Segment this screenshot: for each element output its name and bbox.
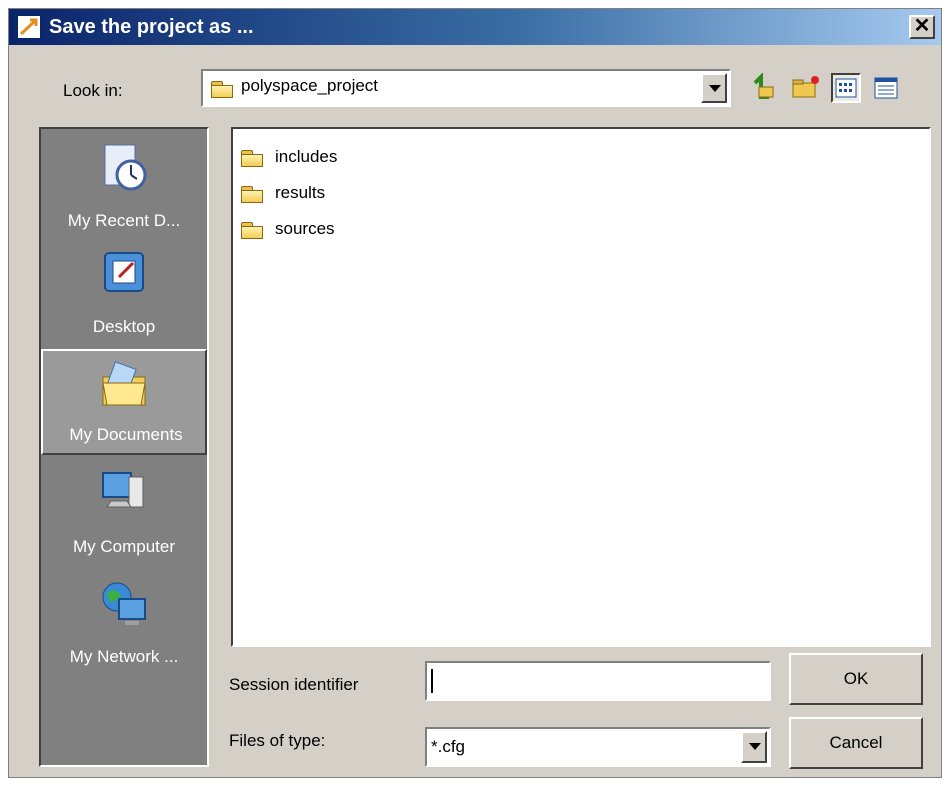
new-folder-button[interactable] [791,73,821,103]
look-in-label: Look in: [63,81,123,100]
place-label: My Documents [69,425,183,444]
look-in-combo[interactable]: polyspace_project [201,69,731,107]
place-label: My Network ... [69,647,179,666]
window-title: Save the project as ... [49,16,254,38]
up-one-level-icon [753,72,774,99]
up-one-level-button[interactable] [749,72,779,103]
close-icon: ✕ [913,15,931,37]
network-icon [102,582,146,625]
place-label: Desktop [92,317,156,336]
cancel-button[interactable]: Cancel [789,717,923,769]
list-view-icon [835,78,857,98]
place-recent-documents[interactable]: My Recent D... [41,133,207,239]
chevron-down-icon[interactable] [741,731,767,763]
file-name: includes [275,147,338,166]
title-bar: Save the project as ... ✕ [9,9,941,45]
my-documents-icon [102,361,146,406]
folder-icon [241,222,263,239]
recent-documents-icon [104,144,147,191]
file-name: results [275,183,326,202]
files-of-type-value: *.cfg [431,737,466,756]
folder-icon [241,150,263,167]
file-list[interactable]: includes results sources [231,127,931,647]
place-my-computer[interactable]: My Computer [41,459,207,565]
my-computer-icon [102,472,144,508]
session-identifier-label: Session identifier [229,675,359,694]
desktop-icon [104,252,144,292]
place-label: My Recent D... [67,211,181,230]
file-name: sources [275,219,335,238]
details-view-icon [874,77,898,99]
new-folder-icon [792,76,819,98]
chevron-down-icon[interactable] [701,73,727,103]
app-icon [17,15,41,39]
folder-icon [211,81,233,98]
details-view-button[interactable] [871,73,901,103]
place-label: My Computer [72,537,176,556]
place-desktop[interactable]: Desktop [41,239,207,345]
close-button[interactable]: ✕ [909,15,935,39]
ok-button[interactable]: OK [789,653,923,705]
session-identifier-input[interactable] [425,661,771,701]
places-bar: My Recent D... Desktop My Documents My C… [39,127,209,767]
files-of-type-label: Files of type: [229,731,326,750]
text-caret [431,669,433,693]
place-my-documents[interactable]: My Documents [41,349,207,455]
files-of-type-combo[interactable]: *.cfg [425,727,771,767]
save-dialog: Save the project as ... ✕ Look in: polys… [8,8,942,778]
look-in-value: polyspace_project [241,76,379,95]
place-my-network[interactable]: My Network ... [41,569,207,675]
list-view-button[interactable] [831,73,861,103]
folder-icon [241,186,263,203]
